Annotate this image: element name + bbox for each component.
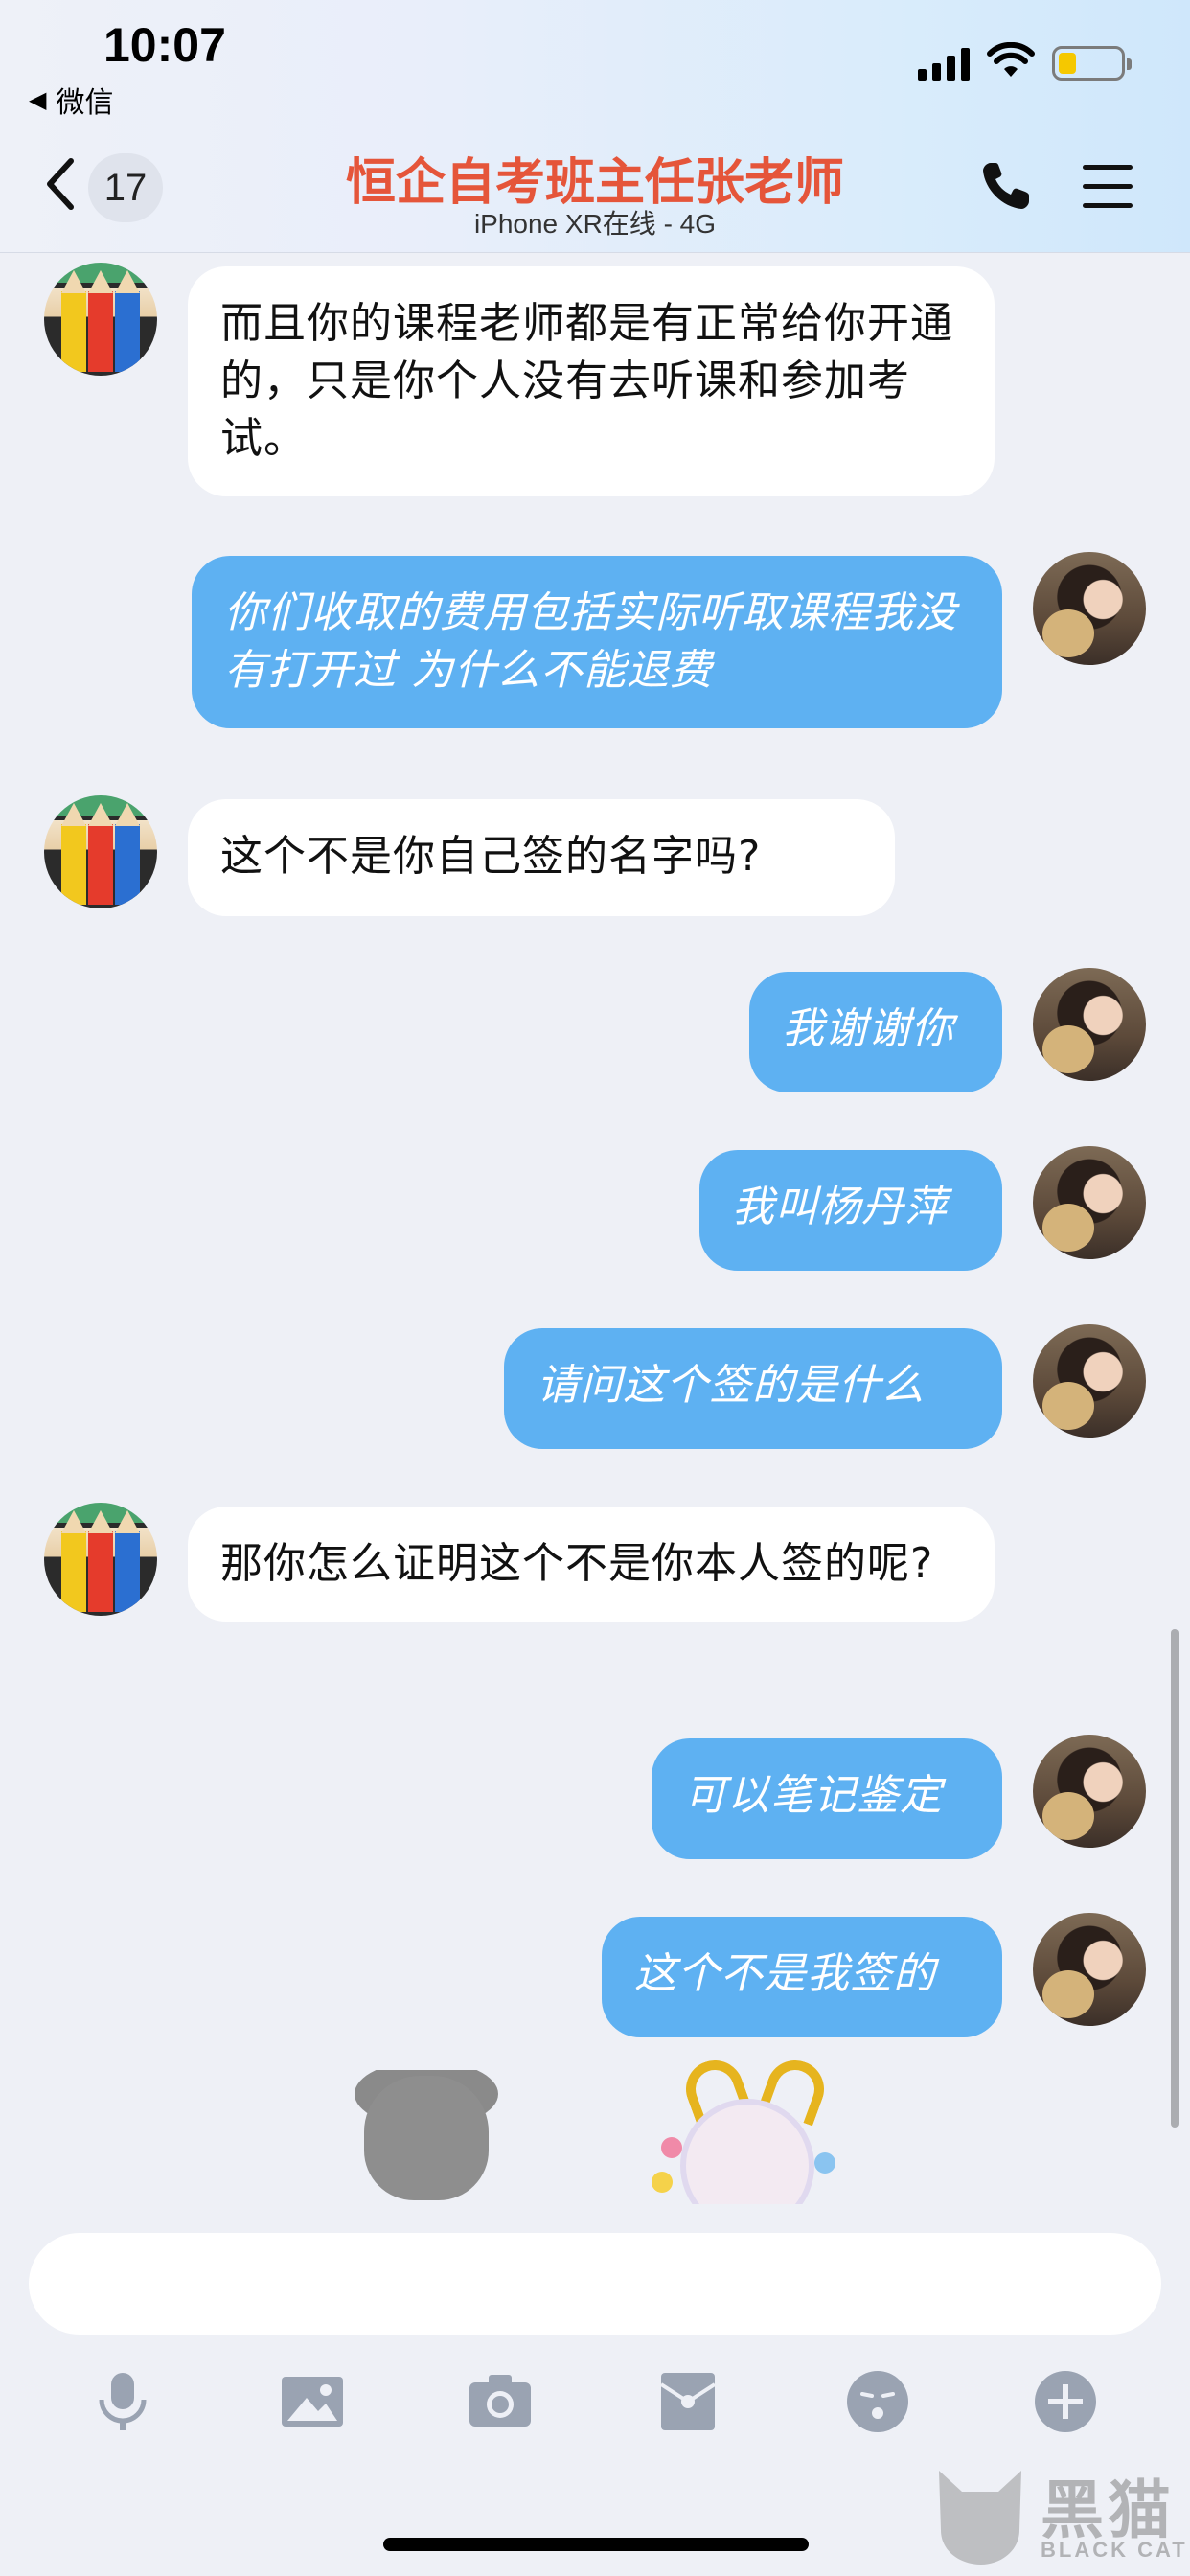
back-app-label: 微信 bbox=[56, 86, 114, 120]
message-bubble-right[interactable]: 我谢谢你 bbox=[749, 972, 1002, 1092]
emoji-icon[interactable] bbox=[843, 2367, 912, 2436]
user-avatar[interactable] bbox=[1033, 1146, 1146, 1259]
user-avatar[interactable] bbox=[1033, 552, 1146, 665]
teacher-avatar[interactable] bbox=[44, 795, 157, 908]
camera-icon[interactable] bbox=[466, 2367, 535, 2436]
image-icon[interactable] bbox=[278, 2367, 347, 2436]
teacher-avatar[interactable] bbox=[44, 263, 157, 376]
status-time: 10:07 bbox=[103, 18, 226, 72]
wifi-icon bbox=[987, 42, 1035, 77]
message-bubble-right[interactable]: 这个不是我签的 bbox=[602, 1917, 1002, 2037]
back-to-app-link[interactable]: ◀ 微信 bbox=[29, 79, 113, 121]
user-avatar[interactable] bbox=[1033, 968, 1146, 1081]
message-bubble-left[interactable]: 而且你的课程老师都是有正常给你开通的，只是你个人没有去听课和参加考试。 bbox=[188, 266, 995, 496]
message-bubble-right[interactable]: 你们收取的费用包括实际听取课程我没有打开过 为什么不能退费 bbox=[192, 556, 1002, 728]
home-indicator[interactable] bbox=[383, 2538, 809, 2551]
sticker-image[interactable] bbox=[623, 2060, 872, 2204]
message-bubble-right[interactable]: 可以笔记鉴定 bbox=[652, 1738, 1002, 1859]
user-avatar[interactable] bbox=[1033, 1913, 1146, 2026]
message-bubble-right[interactable]: 请问这个签的是什么 bbox=[504, 1328, 1002, 1449]
microphone-icon[interactable] bbox=[88, 2367, 157, 2436]
message-input[interactable] bbox=[29, 2233, 1161, 2334]
user-avatar[interactable] bbox=[1033, 1735, 1146, 1848]
plus-icon[interactable] bbox=[1031, 2367, 1100, 2436]
scrollbar[interactable] bbox=[1171, 1629, 1179, 2128]
phone-call-icon[interactable] bbox=[979, 159, 1033, 213]
menu-icon[interactable] bbox=[1083, 165, 1133, 211]
user-avatar[interactable] bbox=[1033, 1324, 1146, 1438]
teacher-avatar[interactable] bbox=[44, 1503, 157, 1616]
back-triangle-icon: ◀ bbox=[29, 86, 47, 113]
cellular-signal-icon bbox=[918, 48, 970, 80]
watermark-subtext: BLACK CAT bbox=[1041, 2538, 1188, 2562]
message-bubble-right[interactable]: 我叫杨丹萍 bbox=[699, 1150, 1002, 1271]
message-bubble-left[interactable]: 那你怎么证明这个不是你本人签的呢? bbox=[188, 1506, 995, 1622]
red-packet-icon[interactable] bbox=[653, 2367, 722, 2436]
chat-header: 10:07 ◀ 微信 17 恒企自考班主任张老师 iPhone XR在线 - 4… bbox=[0, 0, 1190, 253]
sticker-image[interactable] bbox=[355, 2070, 498, 2204]
battery-icon bbox=[1052, 46, 1132, 80]
message-bubble-left[interactable]: 这个不是你自己签的名字吗? bbox=[188, 799, 895, 916]
